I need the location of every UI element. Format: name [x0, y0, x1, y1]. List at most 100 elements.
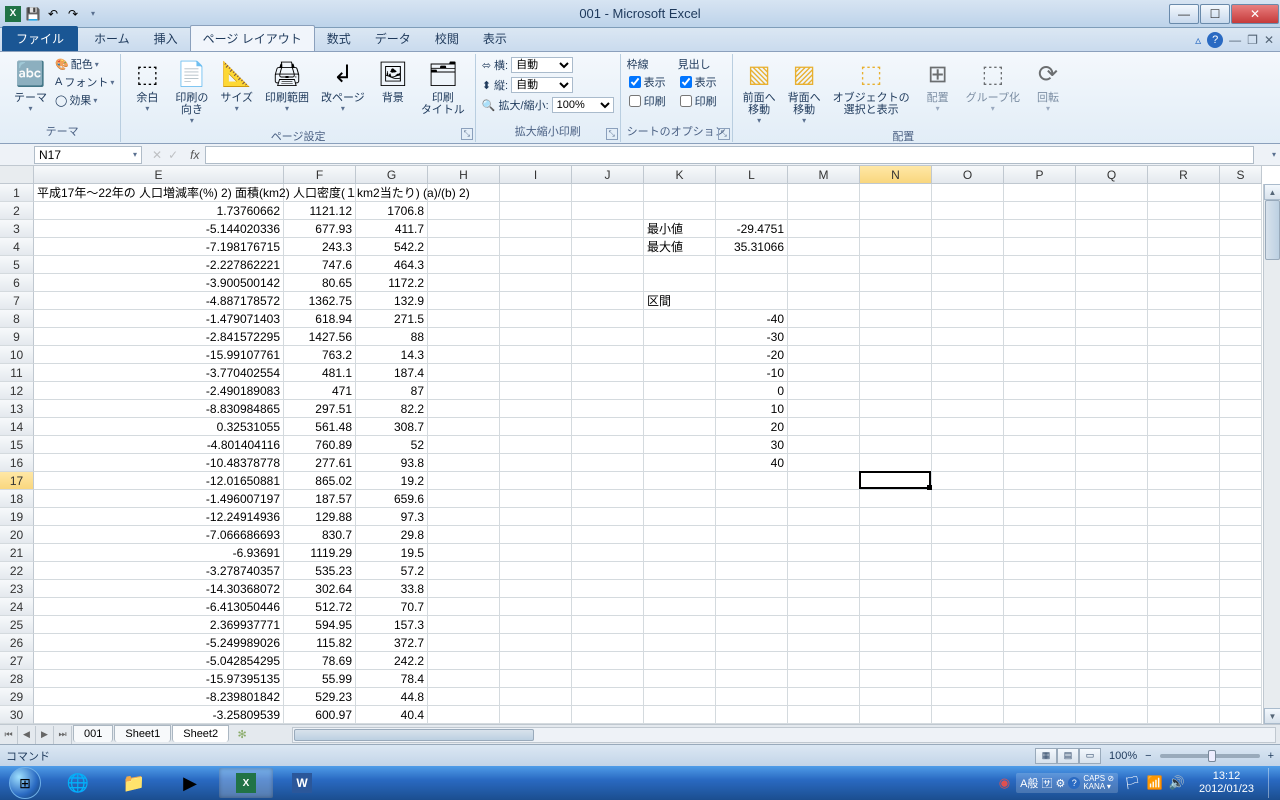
cell-bg[interactable]	[572, 598, 644, 616]
cell-F25[interactable]: 594.95	[284, 616, 356, 634]
cell-bg[interactable]	[500, 562, 572, 580]
cell-bg[interactable]	[1220, 580, 1262, 598]
cell-bg[interactable]	[1220, 598, 1262, 616]
scale-height[interactable]: ⬍縦:自動	[482, 76, 573, 94]
cell-bg[interactable]	[572, 256, 644, 274]
cell-G2[interactable]: 1706.8	[356, 202, 428, 220]
cell-bg[interactable]	[644, 670, 716, 688]
zoom-level[interactable]: 100%	[1109, 750, 1137, 762]
cell-bg[interactable]	[716, 688, 788, 706]
cell-bg[interactable]	[788, 472, 860, 490]
cell-F22[interactable]: 535.23	[284, 562, 356, 580]
cell-bg[interactable]	[428, 256, 500, 274]
cell-bg[interactable]	[500, 706, 572, 724]
zoom-out-icon[interactable]: −	[1145, 750, 1151, 762]
cell-bg[interactable]	[1220, 274, 1262, 292]
cell-bg[interactable]	[428, 328, 500, 346]
cell-bg[interactable]	[932, 472, 1004, 490]
cell-bg[interactable]	[1004, 490, 1076, 508]
cell-bg[interactable]	[1148, 256, 1220, 274]
cell-bg[interactable]	[1148, 220, 1220, 238]
cell-bg[interactable]	[644, 652, 716, 670]
cell-bg[interactable]	[788, 418, 860, 436]
formula-input[interactable]	[205, 146, 1254, 164]
cell-bg[interactable]	[1076, 274, 1148, 292]
cell-bg[interactable]	[1148, 436, 1220, 454]
cell-bg[interactable]	[932, 544, 1004, 562]
sheet-tab-001[interactable]: 001	[73, 725, 113, 742]
col-header-F[interactable]: F	[284, 166, 356, 184]
cell-bg[interactable]	[1004, 598, 1076, 616]
cell-bg[interactable]	[1004, 310, 1076, 328]
zoom-knob[interactable]	[1208, 750, 1216, 762]
cell-bg[interactable]	[644, 184, 716, 202]
row-header-14[interactable]: 14	[0, 418, 34, 436]
cell-G22[interactable]: 57.2	[356, 562, 428, 580]
cell-F24[interactable]: 512.72	[284, 598, 356, 616]
cell-E27[interactable]: -5.042854295	[34, 652, 284, 670]
cell-bg[interactable]	[860, 526, 932, 544]
cell-bg[interactable]	[1220, 688, 1262, 706]
row-headers[interactable]: 1234567891011121314151617181920212223242…	[0, 184, 34, 724]
cell-bg[interactable]	[644, 256, 716, 274]
cell-E5[interactable]: -2.227862221	[34, 256, 284, 274]
tray-flag-icon[interactable]: 🏳	[1124, 775, 1141, 791]
col-header-O[interactable]: O	[932, 166, 1004, 184]
cell-bg[interactable]	[1004, 634, 1076, 652]
cell-bg[interactable]	[716, 508, 788, 526]
cell-bg[interactable]	[1220, 562, 1262, 580]
cell-F6[interactable]: 80.65	[284, 274, 356, 292]
cell-bg[interactable]	[860, 418, 932, 436]
cell-bg[interactable]	[932, 490, 1004, 508]
cell-L9[interactable]: -30	[716, 328, 788, 346]
cell-bg[interactable]	[500, 580, 572, 598]
cell-bg[interactable]	[860, 346, 932, 364]
cell-bg[interactable]	[572, 652, 644, 670]
cell-F11[interactable]: 481.1	[284, 364, 356, 382]
cell-bg[interactable]	[932, 418, 1004, 436]
cell-bg[interactable]	[932, 616, 1004, 634]
send-backward-button[interactable]: ▨背面へ 移動▾	[784, 56, 825, 127]
cell-bg[interactable]	[500, 220, 572, 238]
clock[interactable]: 13:12 2012/01/23	[1191, 770, 1262, 796]
cell-bg[interactable]	[932, 346, 1004, 364]
cell-bg[interactable]	[428, 238, 500, 256]
col-header-K[interactable]: K	[644, 166, 716, 184]
row-header-8[interactable]: 8	[0, 310, 34, 328]
cell-bg[interactable]	[644, 436, 716, 454]
cell-bg[interactable]	[1220, 364, 1262, 382]
cell-bg[interactable]	[1148, 346, 1220, 364]
cell-bg[interactable]	[572, 202, 644, 220]
row-header-11[interactable]: 11	[0, 364, 34, 382]
cell-bg[interactable]	[716, 292, 788, 310]
cell-bg[interactable]	[500, 598, 572, 616]
cell-bg[interactable]	[860, 328, 932, 346]
cell-bg[interactable]	[1148, 382, 1220, 400]
cell-bg[interactable]	[1004, 220, 1076, 238]
cell-bg[interactable]	[644, 364, 716, 382]
row-header-19[interactable]: 19	[0, 508, 34, 526]
cell-bg[interactable]	[428, 688, 500, 706]
cell-bg[interactable]	[644, 688, 716, 706]
cell-bg[interactable]	[860, 310, 932, 328]
cell-bg[interactable]	[572, 472, 644, 490]
row-header-9[interactable]: 9	[0, 328, 34, 346]
cell-bg[interactable]	[572, 382, 644, 400]
row-header-15[interactable]: 15	[0, 436, 34, 454]
cell-bg[interactable]	[644, 472, 716, 490]
cell-bg[interactable]	[428, 670, 500, 688]
cell-L11[interactable]: -10	[716, 364, 788, 382]
workbook-restore-icon[interactable]: ❐	[1247, 33, 1258, 47]
row-header-4[interactable]: 4	[0, 238, 34, 256]
cell-bg[interactable]	[428, 580, 500, 598]
cell-bg[interactable]	[1076, 292, 1148, 310]
cell-bg[interactable]	[1076, 310, 1148, 328]
col-header-R[interactable]: R	[1148, 166, 1220, 184]
cell-bg[interactable]	[500, 688, 572, 706]
workbook-minimize-icon[interactable]: —	[1229, 33, 1241, 47]
cell-bg[interactable]	[572, 634, 644, 652]
cell-bg[interactable]	[1220, 418, 1262, 436]
sheet-last-icon[interactable]: ⏭	[54, 726, 72, 744]
cell-F30[interactable]: 600.97	[284, 706, 356, 724]
cell-bg[interactable]	[1148, 562, 1220, 580]
